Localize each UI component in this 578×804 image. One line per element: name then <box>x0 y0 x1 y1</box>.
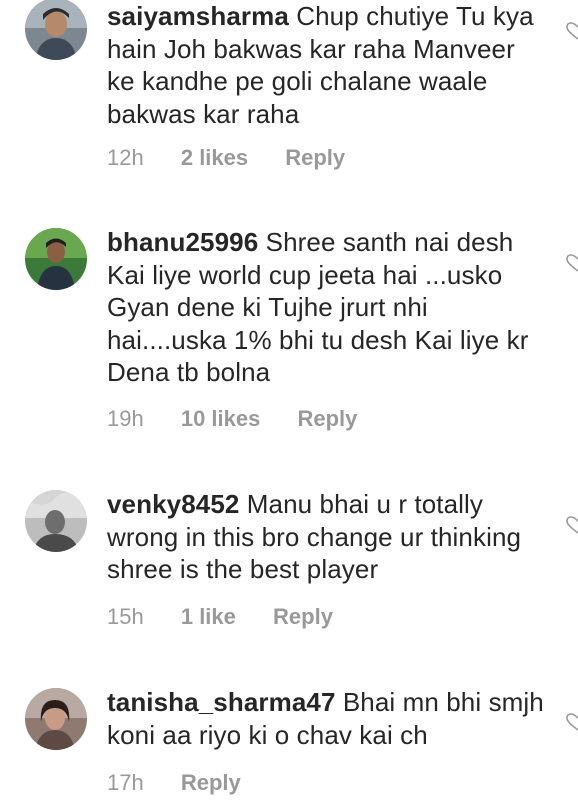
avatar[interactable] <box>25 228 87 290</box>
comment-meta: 12h 2 likes Reply <box>107 145 345 171</box>
comment-time: 17h <box>107 770 144 795</box>
comment-body: bhanu25996 Shree santh nai desh Kai liye… <box>107 226 547 389</box>
comment-likes[interactable]: 2 likes <box>181 145 248 170</box>
comment-time: 12h <box>107 145 144 170</box>
reply-button[interactable]: Reply <box>181 770 241 795</box>
avatar[interactable] <box>25 688 87 750</box>
heart-outline-icon[interactable] <box>566 713 578 731</box>
avatar[interactable] <box>25 490 87 552</box>
heart-outline-icon[interactable] <box>566 516 578 534</box>
comment-body: venky8452 Manu bhai u r totally wrong in… <box>107 488 547 586</box>
comment-username[interactable]: tanisha_sharma47 <box>107 687 336 717</box>
reply-button[interactable]: Reply <box>273 604 333 629</box>
comment-time: 19h <box>107 406 144 431</box>
heart-outline-icon[interactable] <box>566 254 578 272</box>
comment-username[interactable]: bhanu25996 <box>107 227 258 257</box>
comment-meta: 19h 10 likes Reply <box>107 406 357 432</box>
reply-button[interactable]: Reply <box>297 406 357 431</box>
comment-time: 15h <box>107 604 144 629</box>
comment-meta: 17h Reply <box>107 770 241 796</box>
avatar[interactable] <box>25 0 87 60</box>
comment-username[interactable]: venky8452 <box>107 489 239 519</box>
comment-username[interactable]: saiyamsharma <box>107 1 289 31</box>
reply-button[interactable]: Reply <box>285 145 345 170</box>
comment-body: saiyamsharma Chup chutiye Tu kya hain Jo… <box>107 0 547 130</box>
comment-meta: 15h 1 like Reply <box>107 604 333 630</box>
comment-likes[interactable]: 1 like <box>181 604 236 629</box>
comment-body: tanisha_sharma47 Bhai mn bhi smjh koni a… <box>107 686 547 751</box>
comment-likes[interactable]: 10 likes <box>181 406 261 431</box>
heart-outline-icon[interactable] <box>566 22 578 40</box>
